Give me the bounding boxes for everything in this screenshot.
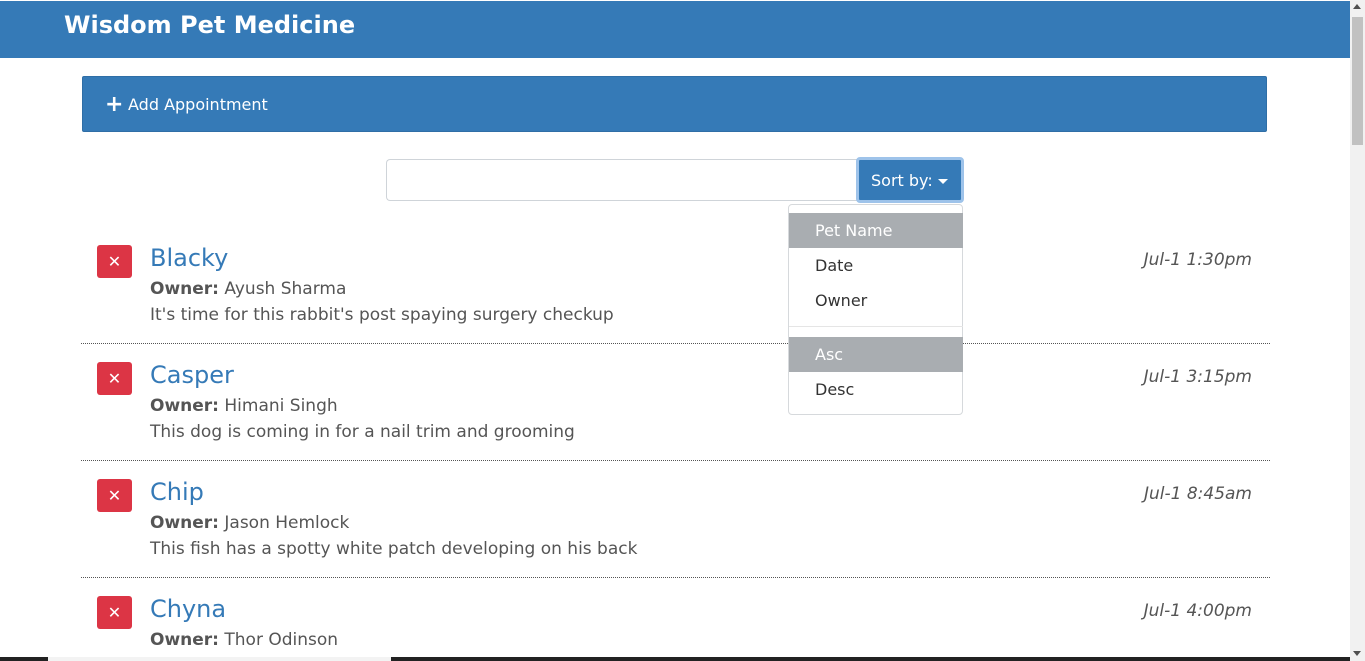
owner-name: Jason Hemlock bbox=[224, 513, 350, 533]
owner-line: Owner: Himani Singh bbox=[150, 395, 338, 417]
pet-name[interactable]: Chip bbox=[150, 477, 204, 507]
appointment-date: Jul-1 1:30pm bbox=[1143, 250, 1252, 270]
close-icon: ✕ bbox=[107, 369, 122, 388]
pet-name[interactable]: Blacky bbox=[150, 243, 228, 273]
pet-name[interactable]: Casper bbox=[150, 360, 234, 390]
delete-appointment-button[interactable]: ✕ bbox=[97, 362, 132, 395]
appointment-notes: This dog is coming in for a nail trim an… bbox=[150, 422, 575, 442]
owner-name: Himani Singh bbox=[224, 396, 338, 416]
delete-appointment-button[interactable]: ✕ bbox=[97, 245, 132, 278]
appointment-item: ✕ Blacky Owner: Ayush Sharma It's time f… bbox=[81, 226, 1270, 344]
sort-option-pet-name[interactable]: Pet Name bbox=[789, 213, 963, 248]
close-icon: ✕ bbox=[107, 603, 122, 622]
appointment-notes: It's time for this rabbit's post spaying… bbox=[150, 305, 614, 325]
sort-option-date[interactable]: Date bbox=[789, 248, 963, 283]
owner-line: Owner: Ayush Sharma bbox=[150, 278, 346, 300]
appointment-item: ✕ Chip Owner: Jason Hemlock This fish ha… bbox=[81, 460, 1270, 578]
plus-icon: + bbox=[105, 92, 124, 117]
appointment-date: Jul-1 4:00pm bbox=[1143, 601, 1252, 621]
close-icon: ✕ bbox=[107, 486, 122, 505]
delete-appointment-button[interactable]: ✕ bbox=[97, 479, 132, 512]
top-navbar: Wisdom Pet Medicine bbox=[0, 1, 1350, 58]
owner-label: Owner: bbox=[150, 513, 219, 533]
delete-appointment-button[interactable]: ✕ bbox=[97, 596, 132, 629]
caret-down-icon bbox=[938, 179, 948, 184]
appointment-date: Jul-1 3:15pm bbox=[1143, 367, 1252, 387]
vertical-scrollbar[interactable] bbox=[1350, 0, 1365, 661]
sort-dropdown-menu: Pet Name Date Owner Asc Desc bbox=[788, 204, 963, 415]
scroll-up-arrow-icon[interactable] bbox=[1353, 4, 1361, 9]
bottom-strip bbox=[0, 657, 1350, 661]
owner-name: Ayush Sharma bbox=[224, 279, 347, 299]
owner-label: Owner: bbox=[150, 396, 219, 416]
add-appointment-label: Add Appointment bbox=[128, 95, 268, 114]
search-input[interactable] bbox=[386, 159, 857, 201]
brand-title[interactable]: Wisdom Pet Medicine bbox=[64, 11, 355, 39]
owner-label: Owner: bbox=[150, 630, 219, 650]
pet-name[interactable]: Chyna bbox=[150, 594, 226, 624]
scroll-down-arrow-icon[interactable] bbox=[1353, 651, 1361, 656]
order-option-asc[interactable]: Asc bbox=[789, 337, 963, 372]
scroll-thumb[interactable] bbox=[1352, 17, 1363, 145]
appointment-date: Jul-1 8:45am bbox=[1143, 484, 1252, 504]
sort-by-label: Sort by: bbox=[871, 170, 933, 190]
owner-name: Thor Odinson bbox=[224, 630, 339, 650]
appointment-item: ✕ Chyna Owner: Thor Odinson Jul-1 4:00pm bbox=[81, 577, 1270, 661]
order-option-desc[interactable]: Desc bbox=[789, 372, 963, 407]
appointment-notes: This fish has a spotty white patch devel… bbox=[150, 539, 638, 559]
bottom-strip-highlight bbox=[48, 657, 391, 661]
sort-by-button[interactable]: Sort by: bbox=[856, 157, 964, 203]
owner-line: Owner: Jason Hemlock bbox=[150, 512, 349, 534]
close-icon: ✕ bbox=[107, 252, 122, 271]
dropdown-divider bbox=[789, 326, 963, 327]
sort-option-owner[interactable]: Owner bbox=[789, 283, 963, 318]
add-appointment-button[interactable]: + Add Appointment bbox=[82, 76, 1267, 132]
owner-line: Owner: Thor Odinson bbox=[150, 629, 338, 651]
appointment-item: ✕ Casper Owner: Himani Singh This dog is… bbox=[81, 343, 1270, 461]
owner-label: Owner: bbox=[150, 279, 219, 299]
